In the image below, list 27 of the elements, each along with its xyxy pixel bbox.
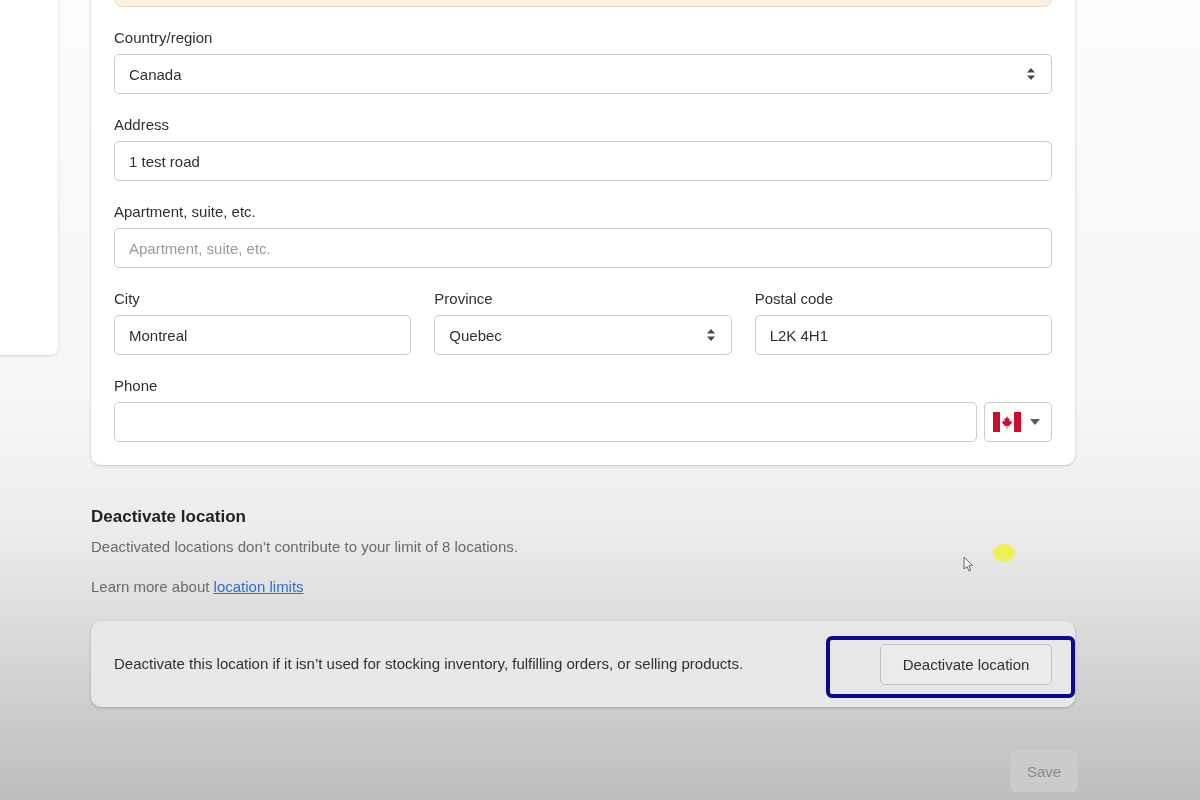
- field-label: Apartment, suite, etc.: [114, 202, 256, 222]
- deactivate-button[interactable]: Deactivate location: [880, 643, 1052, 685]
- field-label: Province: [434, 289, 493, 309]
- country-code-button[interactable]: [984, 402, 1052, 442]
- phone-field[interactable]: [114, 402, 977, 442]
- field-label: Country/region: [114, 28, 213, 48]
- panel-description: Deactivate this location if it isn’t used for stocking inventory, fulfilling orders, or selling products.: [114, 654, 744, 674]
- field-label: City: [114, 289, 140, 309]
- learn-more-text: Learn more about location limits: [91, 577, 304, 597]
- dropdown-field[interactable]: Canada: [114, 54, 1052, 94]
- text-field[interactable]: Apartment, suite, etc.: [114, 228, 1052, 268]
- select-arrows-icon: [706, 329, 715, 341]
- location-limits-link[interactable]: location limits: [213, 578, 304, 595]
- mouse-pointer-icon: [963, 556, 973, 572]
- section-heading: Deactivate location: [91, 506, 246, 528]
- canada-flag-icon: [993, 412, 1021, 432]
- section-description: Deactivated locations don’t contribute to your limit of 8 locations.: [91, 537, 518, 557]
- caret-down-icon: [1030, 419, 1040, 425]
- field-label: Address: [114, 115, 170, 135]
- field-label: Phone: [114, 376, 158, 396]
- click-highlight-icon: [993, 544, 1015, 562]
- select-arrows-icon: [1027, 68, 1035, 80]
- text-field[interactable]: L2K 4H1: [754, 315, 1052, 355]
- dropdown-field[interactable]: Quebec: [434, 315, 732, 355]
- text-field[interactable]: 1 test road: [114, 141, 1052, 181]
- text-field[interactable]: Montreal: [114, 315, 412, 355]
- field-label: Postal code: [754, 289, 834, 309]
